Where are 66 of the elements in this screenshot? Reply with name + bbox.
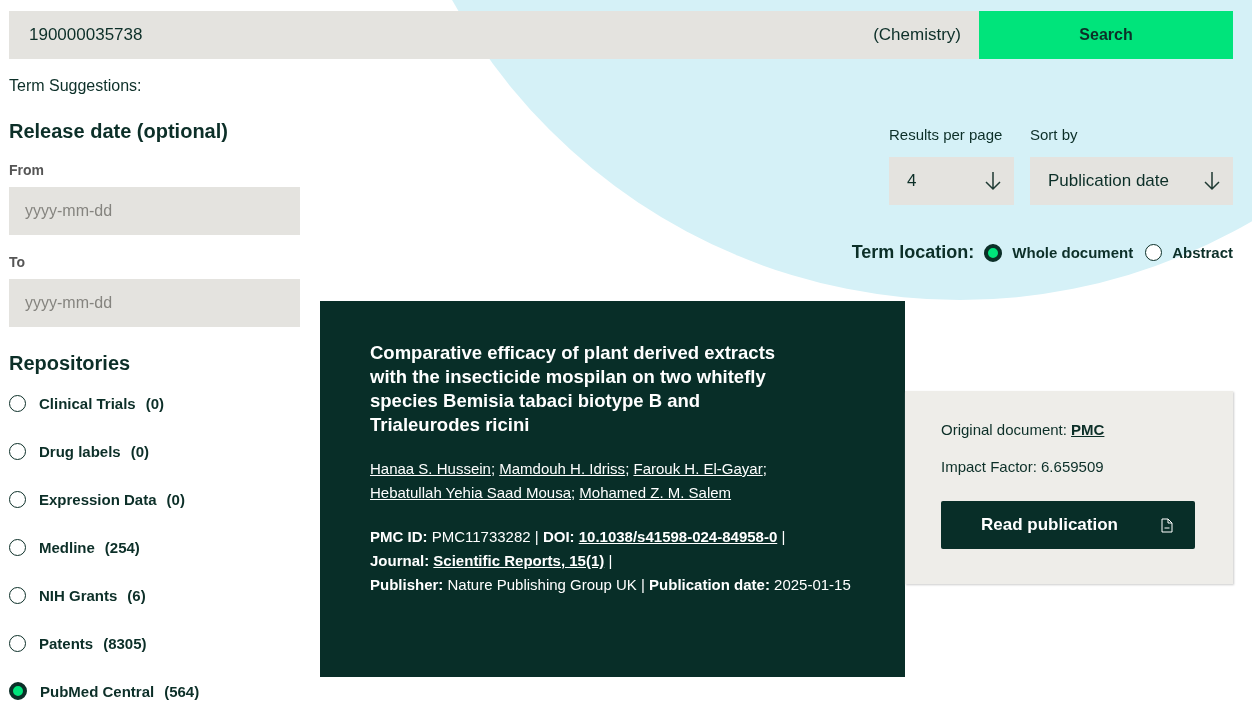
repository-count: (0) (145, 394, 165, 412)
term-location-option[interactable]: Whole document (1012, 244, 1134, 261)
document-icon (1161, 517, 1173, 533)
original-document-text: Original document: PMC (941, 421, 1106, 438)
detail-separator: | (640, 576, 645, 593)
radio-button[interactable] (9, 442, 26, 460)
search-bar[interactable]: 190000035738 (Chemistry) (9, 11, 979, 59)
author-separator: ; (625, 460, 630, 477)
details-link[interactable]: 10.1038/s41598-024-84958-0 (578, 528, 778, 545)
repository-label[interactable]: Expression Data (39, 490, 157, 508)
detail-separator: | (781, 528, 786, 545)
result-title[interactable]: Comparative efficacy of plant derived extracts with the insecticide mospilan on two whitefly species Bemisia tabaci biotype B and Trialeurodes ricini (370, 341, 815, 437)
repository-count: (8305) (103, 634, 147, 652)
repositories-heading: Repositories (9, 352, 132, 375)
author-separator: ; (571, 484, 576, 501)
source-link[interactable]: PMC (1071, 421, 1105, 438)
radio-button[interactable] (9, 538, 26, 556)
repository-count: (564) (164, 682, 200, 700)
radio-button[interactable] (9, 490, 26, 508)
arrow-down-icon (1203, 171, 1221, 191)
repository-count: (254) (104, 538, 140, 556)
publication-detail: Journal: Scientific Reports, 15(1) (370, 551, 605, 571)
author-link[interactable]: Hebatullah Yehia Saad Mousa (370, 484, 571, 501)
repository-count: (0) (166, 490, 185, 508)
search-field[interactable]: 190000035738 (27, 24, 874, 46)
radio-button[interactable] (9, 586, 26, 604)
repository-count: (0) (130, 442, 150, 460)
repository-label[interactable]: Clinical Trials (39, 394, 136, 412)
date-field[interactable]: yyyy-mm-dd (9, 187, 300, 235)
repository-count: (6) (127, 586, 146, 604)
repository-label[interactable]: NIH Grants (39, 586, 118, 604)
author-link[interactable]: Farouk H. El-Gayar (633, 460, 763, 477)
read-publication-button[interactable]: Read publication (941, 501, 1195, 549)
author-link[interactable]: Mohamed Z. M. Salem (579, 484, 732, 501)
publication-detail: PMC ID: PMC11733282 (370, 527, 531, 547)
results-per-page-label: Results per page (889, 126, 1004, 143)
search-scope: (Chemistry) (873, 25, 961, 45)
impact-factor-text: Impact Factor: 6.659509 (941, 458, 1105, 475)
detail-separator: | (534, 528, 539, 545)
results-per-page-select[interactable]: 4 (889, 157, 1014, 205)
date-field-label: From (9, 162, 45, 178)
search-button[interactable]: Search (979, 11, 1233, 59)
sort-by-label: Sort by (1030, 126, 1079, 143)
arrow-down-icon (984, 171, 1002, 191)
repository-label[interactable]: Drug labels (39, 442, 121, 460)
author-separator: ; (490, 460, 496, 477)
repository-label[interactable]: Patents (39, 634, 94, 652)
repository-label[interactable]: PubMed Central (40, 682, 155, 700)
term-location-option[interactable]: Abstract (1172, 244, 1233, 261)
repository-label[interactable]: Medline (39, 538, 95, 556)
detail-separator: | (608, 552, 613, 569)
term-suggestions-label: Term Suggestions: (9, 77, 143, 95)
release-date-heading: Release date (optional) (9, 120, 229, 143)
author-separator: ; (762, 460, 767, 477)
sort-by-select[interactable]: Publication date (1030, 157, 1233, 205)
radio-button[interactable] (9, 394, 26, 412)
publication-detail: DOI: 10.1038/s41598-024-84958-0 (542, 527, 778, 547)
publication-detail: Publisher: Nature Publishing Group UK (370, 575, 637, 595)
details-link[interactable]: Scientific Reports, 15(1) (433, 552, 605, 569)
date-field[interactable]: yyyy-mm-dd (9, 279, 300, 327)
author-link[interactable]: Hanaa S. Hussein (370, 460, 491, 477)
radio-button[interactable] (9, 682, 27, 700)
date-field-label: To (9, 254, 27, 270)
publication-detail: Publication date: 2025-01-15 (649, 575, 851, 595)
term-location-label: Term location: (851, 242, 975, 263)
radio-button[interactable] (9, 634, 26, 652)
